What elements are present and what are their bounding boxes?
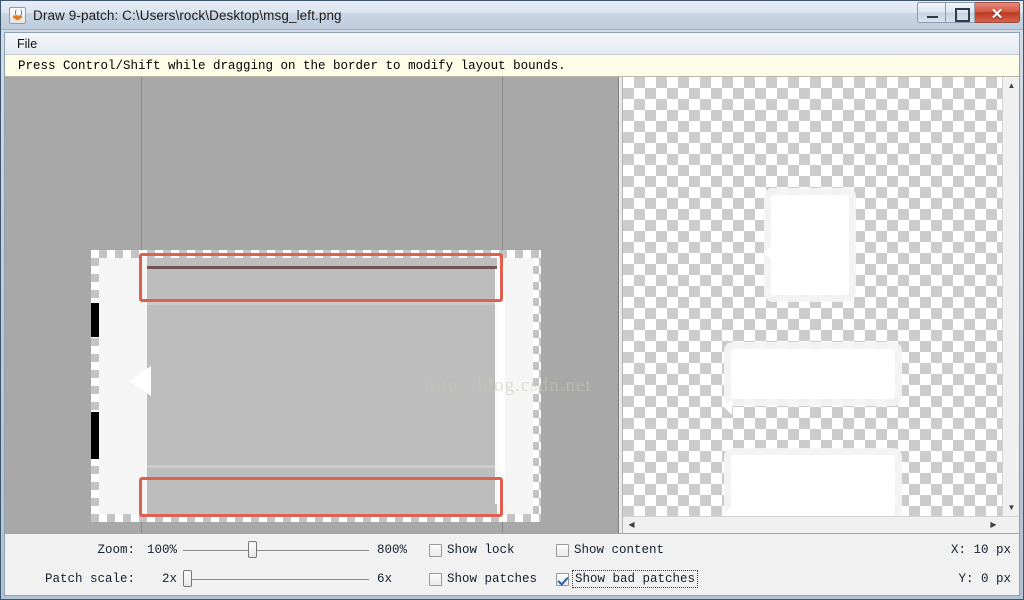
preview-row: ▲ ▼ (623, 77, 1019, 516)
preview-bubble (731, 349, 895, 399)
preview-bubble (771, 195, 849, 295)
checkbox-box[interactable] (556, 572, 569, 586)
patch-scale-row: Patch scale: 2x 6x Show patches Show bad… (5, 565, 1011, 594)
bubble-right-highlight (495, 268, 505, 504)
zoom-slider-thumb[interactable] (248, 541, 257, 558)
zoom-max-label: 800% (377, 543, 408, 557)
checkbox-label: Show patches (447, 572, 538, 586)
nine-patch-editor-canvas[interactable]: http://blog.csdn.net (5, 77, 618, 533)
bottom-toolbar: Zoom: 100% 800% Show lock Show content X… (5, 533, 1019, 595)
checkbox-box[interactable] (429, 543, 442, 557)
zoom-row: Zoom: 100% 800% Show lock Show content X… (5, 536, 1011, 565)
scroll-up-icon[interactable]: ▲ (1004, 78, 1019, 93)
patch-scale-min-label: 2x (161, 572, 177, 586)
window-title: Draw 9-patch: C:\Users\rock\Desktop\msg_… (33, 7, 342, 23)
maximize-button[interactable] (946, 2, 975, 23)
window-controls: ✕ (917, 2, 1020, 23)
bubble-tail-notch (129, 366, 151, 396)
checkbox-box[interactable] (429, 572, 442, 586)
preview-vertical-scrollbar[interactable]: ▲ ▼ (1002, 77, 1019, 516)
checkbox-box[interactable] (556, 543, 569, 557)
zoom-min-label: 100% (146, 543, 177, 557)
preview-horizontal-scrollbar[interactable]: ◀ ▶ (623, 516, 1019, 533)
main-split: http://blog.csdn.net ▲ ▼ ◀ ▶ (5, 77, 1019, 533)
scroll-right-icon[interactable]: ▶ (986, 518, 1001, 533)
application-window: Draw 9-patch: C:\Users\rock\Desktop\msg_… (0, 0, 1024, 600)
patch-scale-slider[interactable] (183, 570, 369, 587)
checkbox-show-lock[interactable]: Show lock (423, 543, 556, 557)
zoom-label: Zoom: (97, 543, 135, 557)
menu-bar: File (5, 33, 1019, 55)
cursor-y-label: Y: 0 px (958, 572, 1011, 586)
menu-item-file[interactable]: File (9, 35, 45, 53)
checkbox-show-bad-patches[interactable]: Show bad patches (556, 570, 736, 588)
scroll-down-icon[interactable]: ▼ (1004, 500, 1019, 515)
checkbox-label: Show content (574, 543, 665, 557)
patch-scale-max-label: 6x (377, 572, 393, 586)
preview-canvas[interactable] (623, 77, 1002, 516)
preview-pane: ▲ ▼ ◀ ▶ (623, 77, 1019, 533)
cursor-x-label: X: 10 px (950, 543, 1011, 557)
close-icon: ✕ (990, 6, 1004, 23)
zoom-slider-rail (183, 550, 369, 551)
checkbox-label: Show lock (447, 543, 515, 557)
window-body: File Press Control/Shift while dragging … (4, 32, 1020, 596)
bad-patch-highlight (139, 477, 503, 517)
patch-scale-slider-thumb[interactable] (183, 570, 192, 587)
java-coffee-cup-icon (9, 6, 26, 24)
preview-bubble (731, 455, 895, 516)
zoom-slider[interactable] (183, 541, 369, 558)
patch-scale-label: Patch scale: (44, 572, 135, 586)
hint-text: Press Control/Shift while dragging on th… (18, 58, 566, 73)
title-bar[interactable]: Draw 9-patch: C:\Users\rock\Desktop\msg_… (1, 1, 1023, 30)
close-button[interactable]: ✕ (975, 2, 1020, 23)
patch-scale-slider-rail (183, 579, 369, 580)
hint-bar: Press Control/Shift while dragging on th… (5, 55, 1019, 77)
stretch-marker-bottom[interactable] (91, 412, 99, 459)
minimize-button[interactable] (917, 2, 946, 23)
bad-patch-highlight (139, 253, 503, 302)
checkbox-label: Show bad patches (571, 570, 699, 588)
checkbox-show-patches[interactable]: Show patches (423, 572, 556, 586)
stretch-marker-top[interactable] (91, 303, 99, 337)
scroll-left-icon[interactable]: ◀ (624, 518, 639, 533)
checkbox-show-content[interactable]: Show content (556, 543, 736, 557)
